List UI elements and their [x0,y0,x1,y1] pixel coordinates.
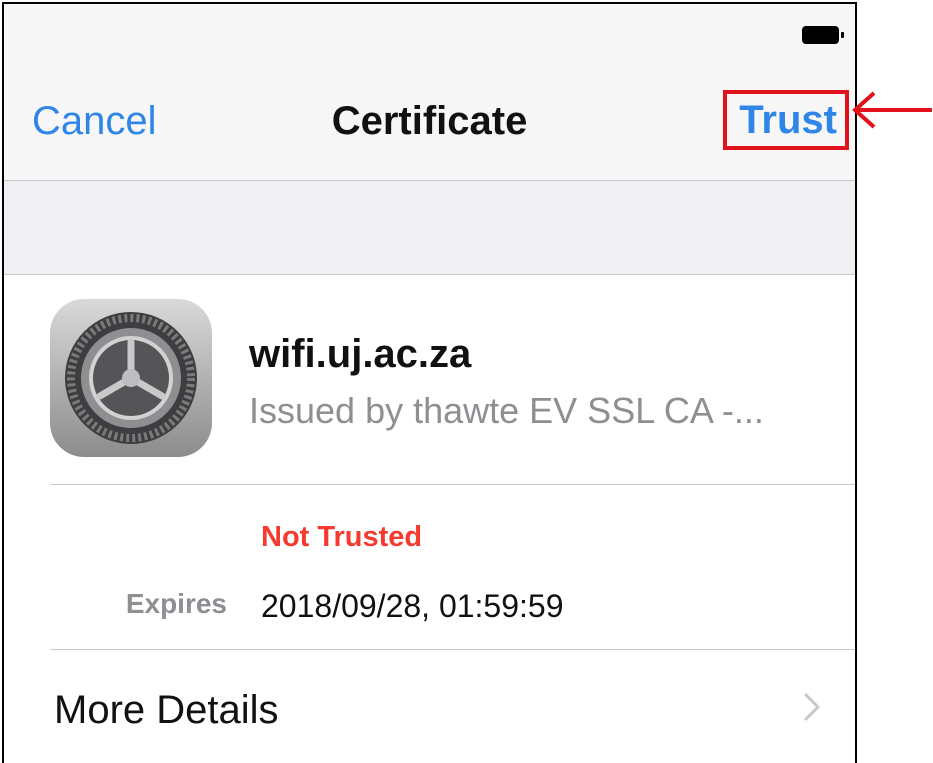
expires-value: 2018/09/28, 01:59:59 [261,588,564,624]
divider [50,484,855,485]
more-details-label: More Details [54,688,279,732]
cancel-button[interactable]: Cancel [32,97,157,145]
battery-icon [802,26,844,44]
red-arrow-icon [852,91,932,129]
trust-button[interactable]: Trust [723,90,849,150]
phone-screen: Certificate Cancel Trust wifi.uj.ac.za I… [2,2,857,763]
certificate-issuer: Issued by thawte EV SSL CA -... [249,390,764,431]
chevron-right-icon [804,693,820,721]
certificate-name: wifi.uj.ac.za [249,332,472,376]
navigation-bar: Certificate Cancel Trust [4,4,855,181]
expires-label: Expires [125,588,227,619]
more-details-row[interactable]: More Details [4,650,855,763]
trust-status: Not Trusted [261,521,423,553]
settings-gear-icon [50,299,212,457]
section-spacer [4,181,855,275]
